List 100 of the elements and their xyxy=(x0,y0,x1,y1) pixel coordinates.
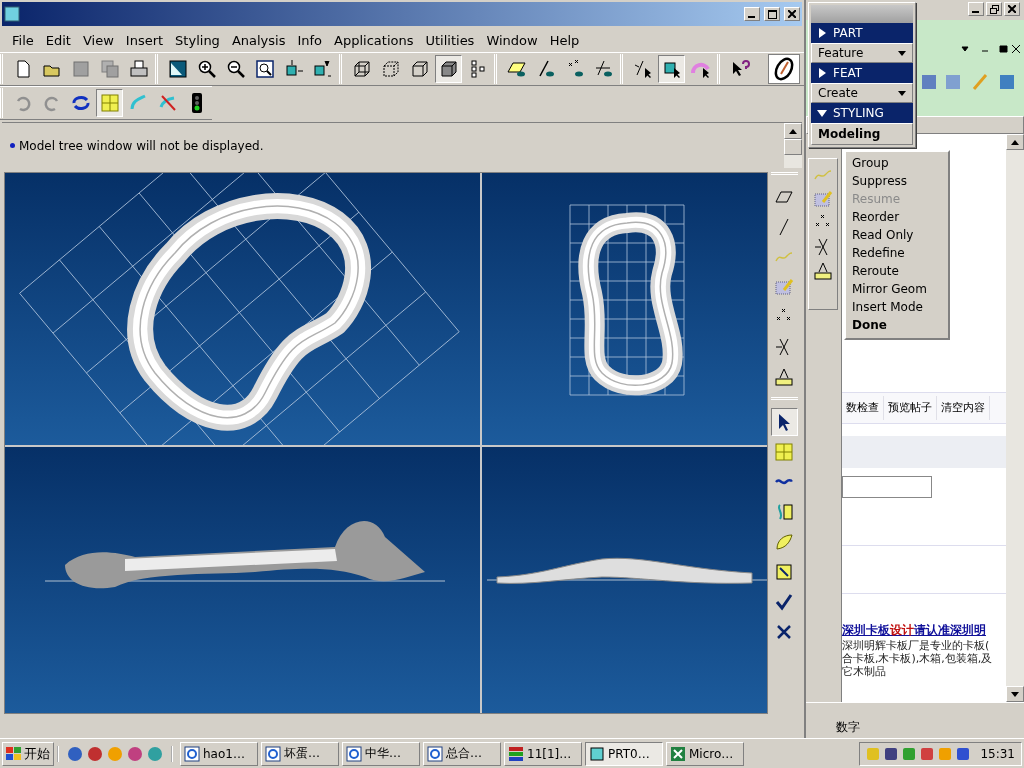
logo-button[interactable] xyxy=(768,54,800,84)
quick-launch-icon[interactable] xyxy=(67,745,83,762)
axes-eye-icon xyxy=(593,59,614,79)
menu-item[interactable]: Utilities xyxy=(419,32,481,48)
close-button[interactable] xyxy=(1004,2,1020,16)
floppy-stack-icon xyxy=(99,59,120,79)
tab-link[interactable]: 数检查 xyxy=(842,396,884,420)
down-triangle-icon xyxy=(817,108,827,118)
menu-item[interactable]: Insert xyxy=(119,32,170,48)
minimize-button[interactable] xyxy=(744,7,760,21)
menu-section-header[interactable]: PART xyxy=(811,23,913,43)
message-text: Model tree window will not be displayed. xyxy=(19,138,265,153)
toolbar-button[interactable] xyxy=(435,55,462,83)
start-button[interactable]: 开始 xyxy=(2,741,54,766)
menu-item[interactable]: Help xyxy=(543,32,586,48)
scroll-down-button[interactable] xyxy=(1006,686,1024,702)
restore-button[interactable] xyxy=(986,2,1002,16)
taskbar-button[interactable]: 中华… xyxy=(342,741,420,766)
zoom-in-icon xyxy=(196,59,217,79)
taskbar-button[interactable]: PRT0… xyxy=(585,741,663,766)
taskbar-button[interactable]: hao1… xyxy=(180,741,258,766)
clock: 15:31 xyxy=(980,746,1015,761)
menu-item[interactable]: View xyxy=(76,32,120,48)
zoom-frame-icon xyxy=(254,59,275,79)
ad-text: 深圳明辉卡板厂是专业的卡板( xyxy=(842,639,991,652)
app-icon xyxy=(4,6,20,22)
maximize-icon xyxy=(767,9,777,19)
menu-command[interactable]: Group xyxy=(852,154,942,172)
tray-icon[interactable] xyxy=(956,746,971,761)
menu-item[interactable]: Edit xyxy=(39,32,77,48)
close-icon xyxy=(1008,5,1016,13)
ruler-icon xyxy=(774,367,794,387)
menu-item[interactable]: Modeling xyxy=(811,123,913,145)
cycle-arrows-icon xyxy=(70,93,91,113)
menu-command[interactable]: Suppress xyxy=(852,172,942,190)
wireframe-box-icon xyxy=(351,59,372,79)
maximize-button[interactable] xyxy=(764,7,780,21)
book-stack-icon xyxy=(508,745,524,762)
cube-icon xyxy=(589,745,605,762)
menu-command[interactable]: Redefine xyxy=(852,244,942,262)
grid-pencil-icon xyxy=(774,277,794,297)
toolbar-button[interactable] xyxy=(658,55,685,83)
check-icon xyxy=(774,592,794,612)
menu-item[interactable]: File xyxy=(6,32,40,48)
ad-text: 它木制品 xyxy=(842,665,887,678)
close-icon xyxy=(788,10,796,18)
menu-item[interactable]: Info xyxy=(291,32,329,48)
close-button[interactable] xyxy=(784,7,800,21)
taskbar-button[interactable]: 总合… xyxy=(423,741,501,766)
browser-page-icon xyxy=(346,745,362,762)
scroll-up-button[interactable] xyxy=(1006,134,1024,150)
toolbar-button[interactable] xyxy=(770,408,798,436)
crossed-curve-icon xyxy=(157,93,178,113)
quick-launch-icon[interactable] xyxy=(87,745,103,762)
grid-icon xyxy=(99,93,120,113)
right-triangle-icon xyxy=(817,28,827,38)
cube-arrows-icon xyxy=(283,59,304,79)
cube-letters-icon xyxy=(312,59,333,79)
taskbar-button[interactable]: 坏蛋… xyxy=(261,741,339,766)
tray-icon[interactable] xyxy=(920,746,935,761)
ad-text: 合卡板,木卡板),木箱,包装箱,及 xyxy=(842,652,994,665)
wireframe-box-icon xyxy=(380,59,401,79)
right-triangle-icon xyxy=(817,68,827,78)
wireframe-box-icon xyxy=(409,59,430,79)
tray-icon[interactable] xyxy=(884,746,899,761)
tab-link[interactable]: 清空内容 xyxy=(937,396,990,420)
dropdown-caret-icon xyxy=(898,50,906,56)
axes-cursor-icon xyxy=(632,59,653,79)
input-field[interactable] xyxy=(842,476,932,498)
taskbar-button[interactable]: 11[1]… xyxy=(504,741,582,766)
menu-command[interactable]: Read Only xyxy=(852,226,942,244)
minimize-button[interactable] xyxy=(968,2,984,16)
menu-command[interactable]: Mirror Geom xyxy=(852,280,942,298)
menu-section-header[interactable]: STYLING xyxy=(811,103,913,123)
menu-command[interactable]: Insert Mode xyxy=(852,298,942,316)
browser-page-icon xyxy=(265,745,281,762)
up-arrow-icon xyxy=(789,128,797,134)
display-icon xyxy=(167,59,188,79)
menu-item[interactable]: Analysis xyxy=(225,32,292,48)
menu-item[interactable]: Applications xyxy=(328,32,420,48)
surface-icon xyxy=(774,532,794,552)
menu-command[interactable]: Reorder xyxy=(852,208,942,226)
menu-item[interactable]: Styling xyxy=(169,32,226,48)
menu-command[interactable]: Done xyxy=(852,316,942,334)
menu-item[interactable]: Window xyxy=(480,32,544,48)
scroll-up-button[interactable] xyxy=(784,123,802,139)
menu-dropdown[interactable]: Feature xyxy=(811,43,913,63)
browser-page-icon xyxy=(184,745,200,762)
menu-dropdown[interactable]: Create xyxy=(811,83,913,103)
menu-command[interactable]: Reroute xyxy=(852,262,942,280)
scroll-thumb[interactable] xyxy=(784,139,802,155)
printer-icon xyxy=(128,59,149,79)
menu-section-header[interactable]: FEAT xyxy=(811,63,913,83)
quick-launch-icon[interactable] xyxy=(127,745,143,762)
dropdown-caret-icon xyxy=(898,90,906,96)
shaded-box-icon xyxy=(438,59,459,79)
grid-icon xyxy=(774,442,794,462)
plane-eye-icon xyxy=(506,59,527,79)
tab-link[interactable]: 预览帖子 xyxy=(884,396,937,420)
taskbar-button[interactable]: Micro… xyxy=(666,741,744,766)
